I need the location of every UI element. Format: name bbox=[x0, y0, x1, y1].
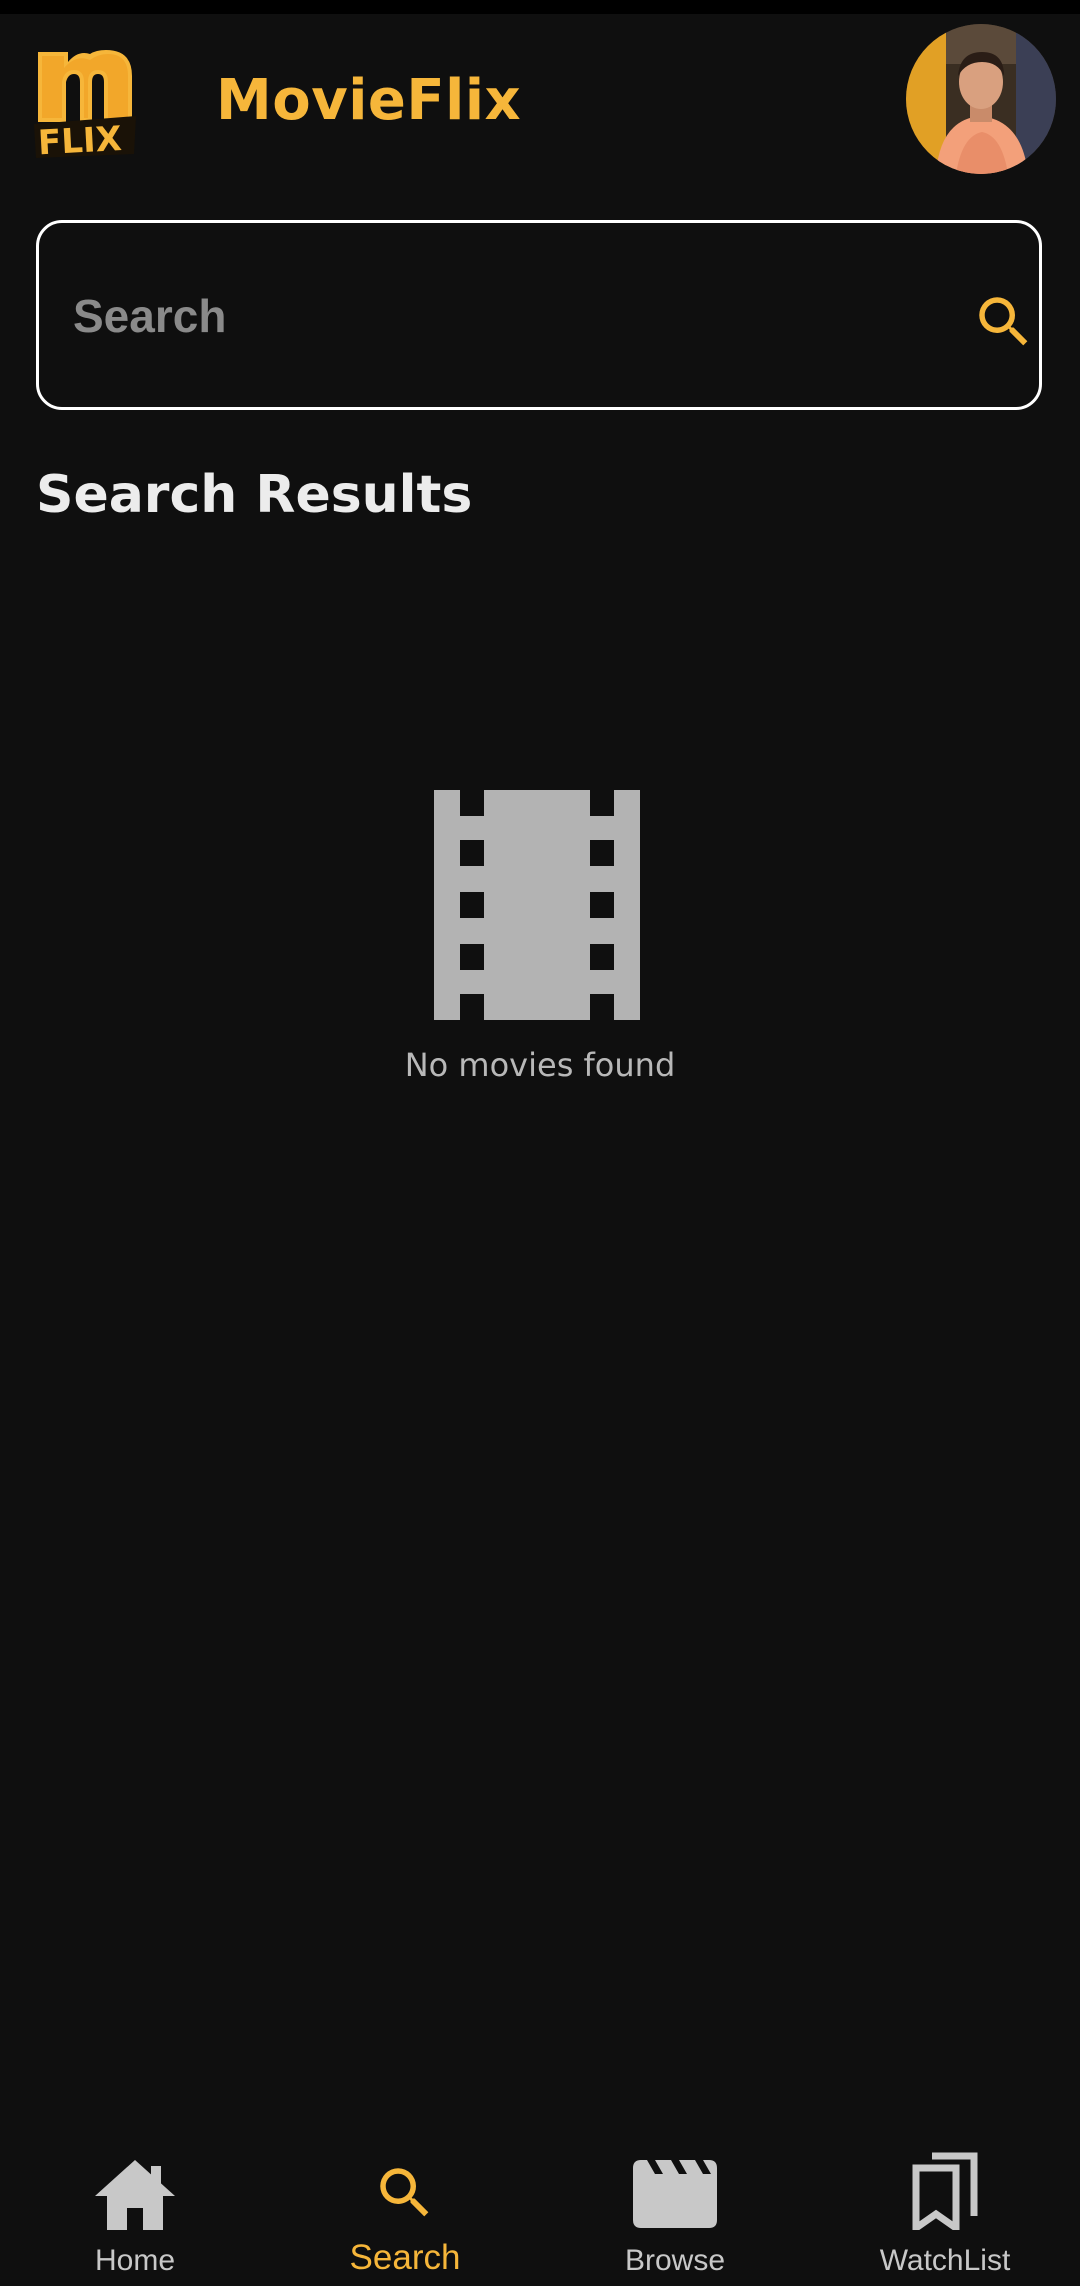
nav-item-home[interactable]: Home bbox=[0, 2136, 270, 2286]
app-title: MovieFlix bbox=[216, 68, 522, 133]
profile-avatar[interactable] bbox=[906, 24, 1056, 174]
film-strip-icon bbox=[434, 790, 640, 1020]
nav-label-search: Search bbox=[349, 2238, 461, 2277]
search-icon[interactable] bbox=[971, 289, 1037, 355]
bottom-navigation: Home Search Browse WatchList bbox=[0, 2136, 1080, 2286]
nav-item-watchlist[interactable]: WatchList bbox=[810, 2136, 1080, 2286]
bookmarks-icon bbox=[912, 2152, 978, 2230]
svg-text:FLIX: FLIX bbox=[37, 119, 123, 160]
clapperboard-icon bbox=[633, 2160, 717, 2228]
home-icon bbox=[95, 2160, 175, 2230]
nav-label-home: Home bbox=[94, 2244, 176, 2277]
nav-label-browse: Browse bbox=[624, 2244, 726, 2277]
search-icon bbox=[380, 2168, 429, 2217]
nav-item-browse[interactable]: Browse bbox=[540, 2136, 810, 2286]
nav-label-watchlist: WatchList bbox=[879, 2244, 1011, 2277]
search-results-heading: Search Results bbox=[36, 465, 473, 525]
empty-state-message: No movies found bbox=[404, 1046, 676, 1084]
status-bar bbox=[0, 0, 1080, 14]
search-bar[interactable] bbox=[36, 220, 1042, 410]
app-logo: FLIX bbox=[34, 46, 136, 163]
nav-item-search[interactable]: Search bbox=[270, 2136, 540, 2286]
search-input[interactable] bbox=[73, 273, 893, 359]
